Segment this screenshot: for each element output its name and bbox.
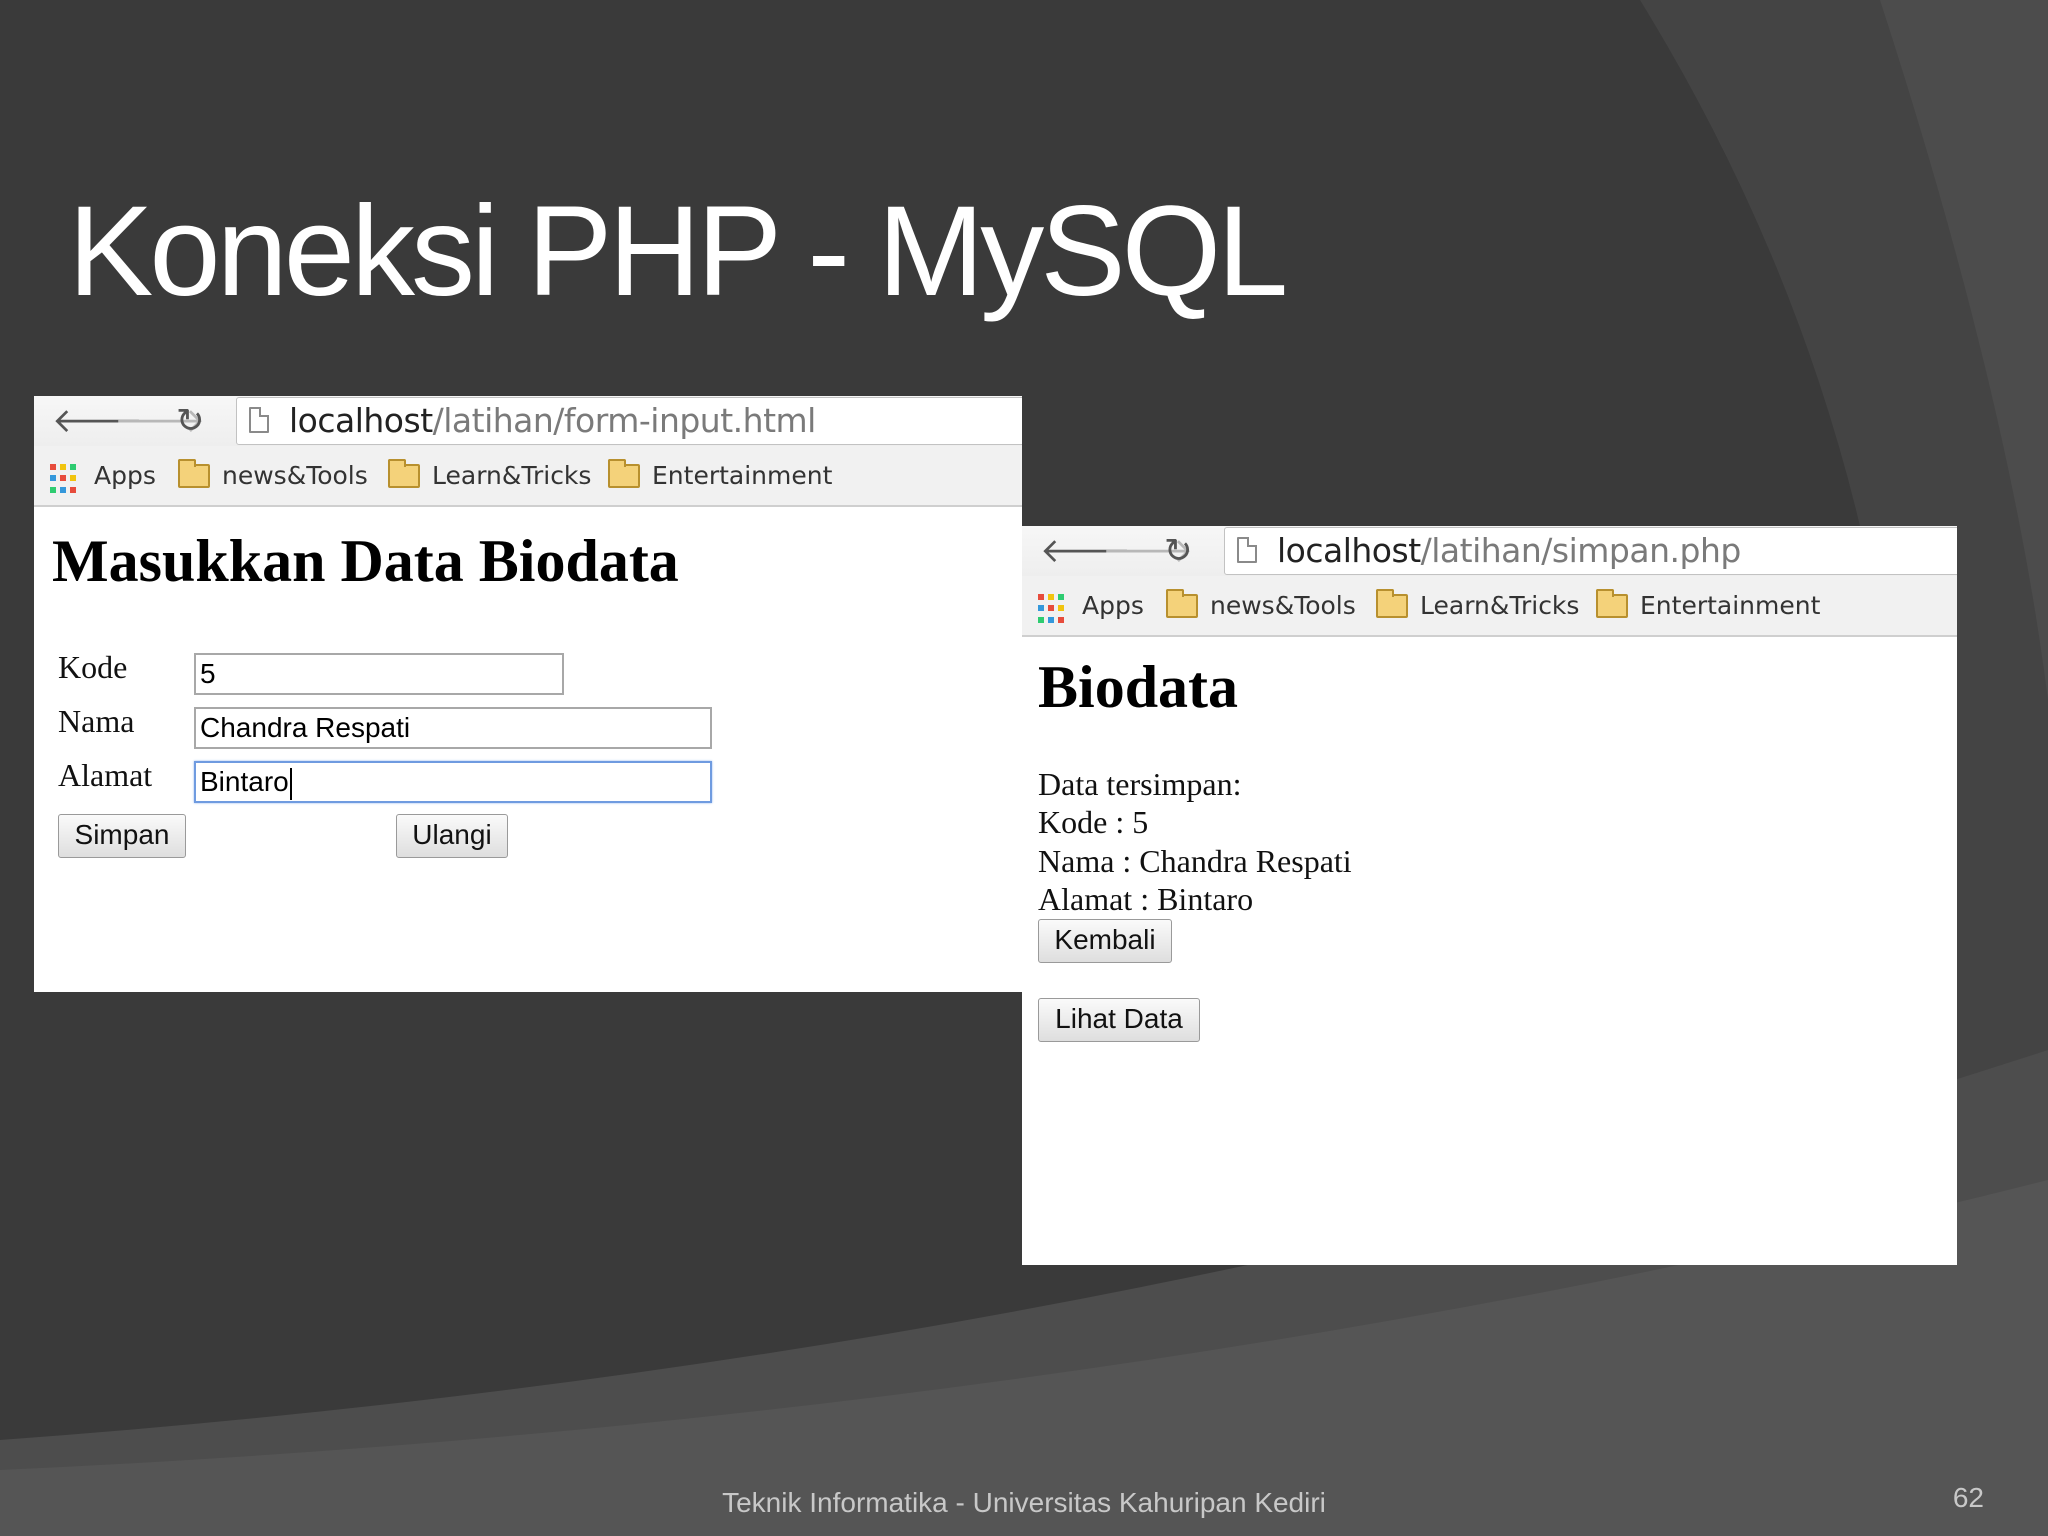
result-line-kode: Kode : 5 <box>1038 804 1149 840</box>
label-kode: Kode <box>58 649 128 685</box>
url-text[interactable]: localhost/latihan/form-input.html <box>289 402 816 440</box>
reload-icon[interactable]: ↻ <box>1164 532 1193 570</box>
page-icon <box>249 407 269 433</box>
address-bar[interactable]: localhost/latihan/form-input.html <box>236 397 1022 445</box>
result-heading: Biodata <box>1038 654 1239 720</box>
form-heading: Masukkan Data Biodata <box>52 528 679 594</box>
folder-icon <box>178 459 210 488</box>
folder-icon <box>1376 589 1408 618</box>
bookmarks-bar: Apps news&Tools Learn&Tricks Entertainme… <box>1022 576 1957 637</box>
slide-title: Koneksi PHP - MySQL <box>68 180 1288 323</box>
kembali-button[interactable]: Kembali <box>1038 919 1172 963</box>
browser-toolbar: 🡐 🡒 ↻ localhost/latihan/simpan.php <box>1022 526 1957 576</box>
alamat-input[interactable]: Bintaro <box>194 761 712 803</box>
folder-icon <box>388 459 420 488</box>
bookmark-news-tools[interactable]: news&Tools <box>222 460 368 492</box>
result-line-alamat: Alamat : Bintaro <box>1038 881 1254 917</box>
simpan-button[interactable]: Simpan <box>58 814 186 858</box>
ulangi-button[interactable]: Ulangi <box>396 814 508 858</box>
folder-icon <box>608 459 640 488</box>
label-alamat: Alamat <box>58 757 153 793</box>
page-icon <box>1237 537 1257 563</box>
bookmarks-bar: Apps news&Tools Learn&Tricks Entertainme… <box>34 446 1022 507</box>
bookmark-entertainment[interactable]: Entertainment <box>1640 590 1820 622</box>
slide-footer: Teknik Informatika - Universitas Kahurip… <box>722 1487 1326 1518</box>
address-bar[interactable]: localhost/latihan/simpan.php <box>1224 527 1957 575</box>
folder-icon <box>1166 589 1198 618</box>
browser-toolbar: 🡐 🡒 ↻ localhost/latihan/form-input.html <box>34 396 1022 446</box>
browser-window-form: 🡐 🡒 ↻ localhost/latihan/form-input.html … <box>34 396 1022 992</box>
bookmark-news-tools[interactable]: news&Tools <box>1210 590 1356 622</box>
label-nama: Nama <box>58 703 135 739</box>
page-content: Masukkan Data Biodata Kode 5 Nama Chandr… <box>34 507 1022 992</box>
bookmark-apps[interactable]: Apps <box>94 460 156 492</box>
reload-icon[interactable]: ↻ <box>176 402 205 440</box>
result-line-nama: Nama : Chandra Respati <box>1038 843 1352 879</box>
bookmark-learn-tricks[interactable]: Learn&Tricks <box>432 460 591 492</box>
nama-input[interactable]: Chandra Respati <box>194 707 712 749</box>
bookmark-entertainment[interactable]: Entertainment <box>652 460 832 492</box>
folder-icon <box>1596 589 1628 618</box>
bookmark-learn-tricks[interactable]: Learn&Tricks <box>1420 590 1579 622</box>
kode-input[interactable]: 5 <box>194 653 564 695</box>
browser-window-result: 🡐 🡒 ↻ localhost/latihan/simpan.php Apps … <box>1022 526 1957 1265</box>
text-caret <box>289 767 292 800</box>
lihat-data-button[interactable]: Lihat Data <box>1038 998 1200 1042</box>
apps-grid-icon <box>1038 594 1068 624</box>
apps-grid-icon <box>50 464 80 494</box>
bookmark-apps[interactable]: Apps <box>1082 590 1144 622</box>
result-line-saved: Data tersimpan: <box>1038 766 1242 802</box>
alamat-value: Bintaro <box>200 766 289 797</box>
url-text[interactable]: localhost/latihan/simpan.php <box>1277 532 1741 570</box>
page-content: Biodata Data tersimpan: Kode : 5 Nama : … <box>1022 637 1957 1265</box>
slide-page-number: 62 <box>1952 1482 1984 1513</box>
